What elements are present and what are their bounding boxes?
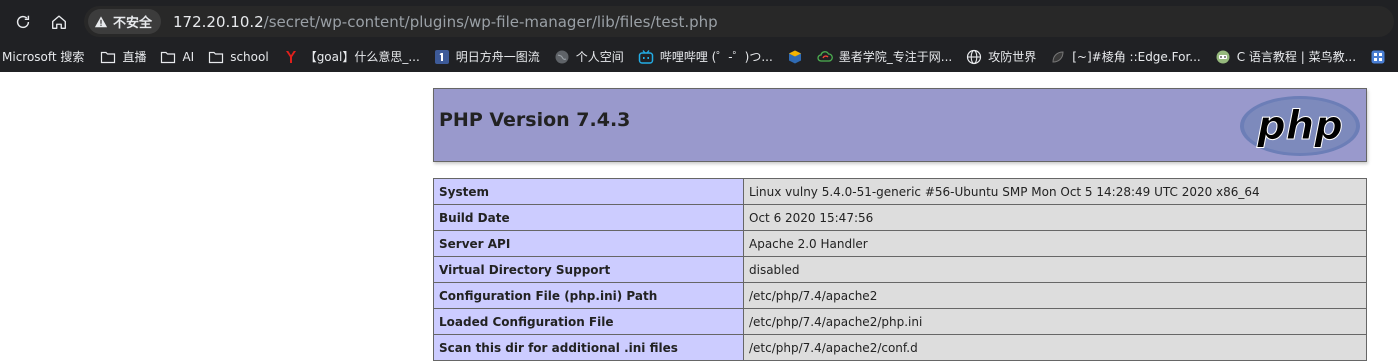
table-row: Virtual Directory Support disabled (433, 256, 1367, 283)
youdao-icon (283, 49, 299, 65)
phpinfo-page: PHP Version 7.4.3 php System Linux vulny… (433, 88, 1367, 361)
php-version-header: PHP Version 7.4.3 php (433, 88, 1367, 162)
table-row: Scan this dir for additional .ini files … (433, 334, 1367, 361)
bookmark-label: 直播 (122, 50, 147, 64)
url-path: /secret/wp-content/plugins/wp-file-manag… (263, 12, 718, 31)
row-value: disabled (743, 256, 1367, 283)
bookmark-overflow[interactable] (1370, 41, 1386, 72)
table-row: Loaded Configuration File /etc/php/7.4/a… (433, 308, 1367, 335)
bookmark-runoob[interactable]: C 语言教程 | 菜鸟教... (1215, 41, 1356, 72)
bookmark-bilibili[interactable]: 哔哩哔哩 (゜-゜)つ... (638, 41, 773, 72)
url-host: 172.20.10.2 (173, 12, 264, 31)
warning-icon (94, 15, 108, 27)
home-icon (52, 15, 66, 29)
bookmark-adworld[interactable]: 攻防世界 (966, 41, 1036, 72)
folder-icon (100, 49, 116, 65)
bookmark-label: 【goal】什么意思_... (304, 50, 420, 64)
folder-icon (160, 49, 176, 65)
row-value: /etc/php/7.4/apache2 (743, 282, 1367, 309)
bookmark-arknights[interactable]: 明日方舟一图流 (434, 41, 540, 72)
row-key: Server API (433, 230, 744, 257)
bookmark-label: 哔哩哔哩 (゜-゜)つ... (659, 50, 773, 64)
bookmark-label: school (230, 49, 269, 64)
table-row: Configuration File (php.ini) Path /etc/p… (433, 282, 1367, 309)
globe-icon (966, 49, 982, 65)
info-table: System Linux vulny 5.4.0-51-generic #56-… (433, 178, 1367, 361)
row-value: Linux vulny 5.4.0-51-generic #56-Ubuntu … (743, 178, 1367, 205)
browser-chrome: 不安全 172.20.10.2/secret/wp-content/plugin… (0, 0, 1398, 72)
bookmark-mozhe[interactable]: 墨者学院_专注于网... (817, 41, 952, 72)
folder-icon (208, 49, 224, 65)
browser-toolbar: 不安全 172.20.10.2/secret/wp-content/plugin… (0, 0, 1398, 41)
bookmark-label: 攻防世界 (988, 50, 1037, 64)
page-title: PHP Version 7.4.3 (439, 109, 631, 131)
bookmark-label: Microsoft 搜索 (2, 50, 85, 64)
dark-leaf-icon (1050, 49, 1066, 65)
security-indicator[interactable]: 不安全 (88, 9, 162, 34)
bookmarks-bar: Microsoft 搜索 直播 AI school 【goal】什么意思_... (0, 41, 1398, 72)
home-button[interactable] (46, 9, 72, 35)
bookmark-goal[interactable]: 【goal】什么意思_... (283, 41, 420, 72)
bookmark-folder-school[interactable]: school (208, 41, 269, 72)
row-key: Virtual Directory Support (433, 256, 744, 283)
row-key: Configuration File (php.ini) Path (433, 282, 744, 309)
table-row: Server API Apache 2.0 Handler (433, 230, 1367, 257)
row-value: Apache 2.0 Handler (743, 230, 1367, 257)
php-logo: php (1239, 95, 1361, 161)
bookmark-box[interactable] (787, 41, 803, 72)
reload-icon (16, 15, 30, 29)
square-icon (1370, 49, 1386, 65)
url-text[interactable]: 172.20.10.2/secret/wp-content/plugins/wp… (173, 13, 718, 31)
address-bar[interactable]: 不安全 172.20.10.2/secret/wp-content/plugin… (84, 6, 1394, 37)
bookmark-label: 明日方舟一图流 (455, 50, 540, 64)
row-key: Scan this dir for additional .ini files (433, 334, 744, 361)
globe-grey-icon (554, 49, 570, 65)
row-key: System (433, 178, 744, 205)
row-key: Build Date (433, 204, 744, 231)
runoob-icon (1215, 49, 1231, 65)
bookmark-personal-space[interactable]: 个人空间 (554, 41, 624, 72)
row-value: /etc/php/7.4/apache2/conf.d (743, 334, 1367, 361)
reload-button[interactable] (10, 9, 36, 35)
box-icon (787, 49, 803, 65)
bookmark-microsoft-search[interactable]: Microsoft 搜索 (2, 41, 84, 72)
row-key: Loaded Configuration File (433, 308, 744, 335)
bookmark-folder-ai[interactable]: AI (160, 41, 194, 72)
bookmark-label: 个人空间 (575, 50, 624, 64)
bookmark-label: [~]#棱角 ::Edge.For... (1072, 50, 1201, 64)
bookmark-label: C 语言教程 | 菜鸟教... (1236, 50, 1357, 64)
bookmark-label: 墨者学院_专注于网... (838, 50, 953, 64)
php-logo-text: php (1256, 103, 1343, 149)
bookmark-folder-live[interactable]: 直播 (100, 41, 146, 72)
table-row: Build Date Oct 6 2020 15:47:56 (433, 204, 1367, 231)
security-label: 不安全 (113, 16, 153, 31)
bookmark-label: AI (182, 49, 195, 64)
row-value: Oct 6 2020 15:47:56 (743, 204, 1367, 231)
cloud-icon (817, 49, 833, 65)
row-value: /etc/php/7.4/apache2/php.ini (743, 308, 1367, 335)
number-one-icon (434, 49, 450, 65)
table-row: System Linux vulny 5.4.0-51-generic #56-… (433, 178, 1367, 205)
bookmark-lengjiao[interactable]: [~]#棱角 ::Edge.For... (1050, 41, 1201, 72)
bilibili-icon (638, 49, 654, 65)
